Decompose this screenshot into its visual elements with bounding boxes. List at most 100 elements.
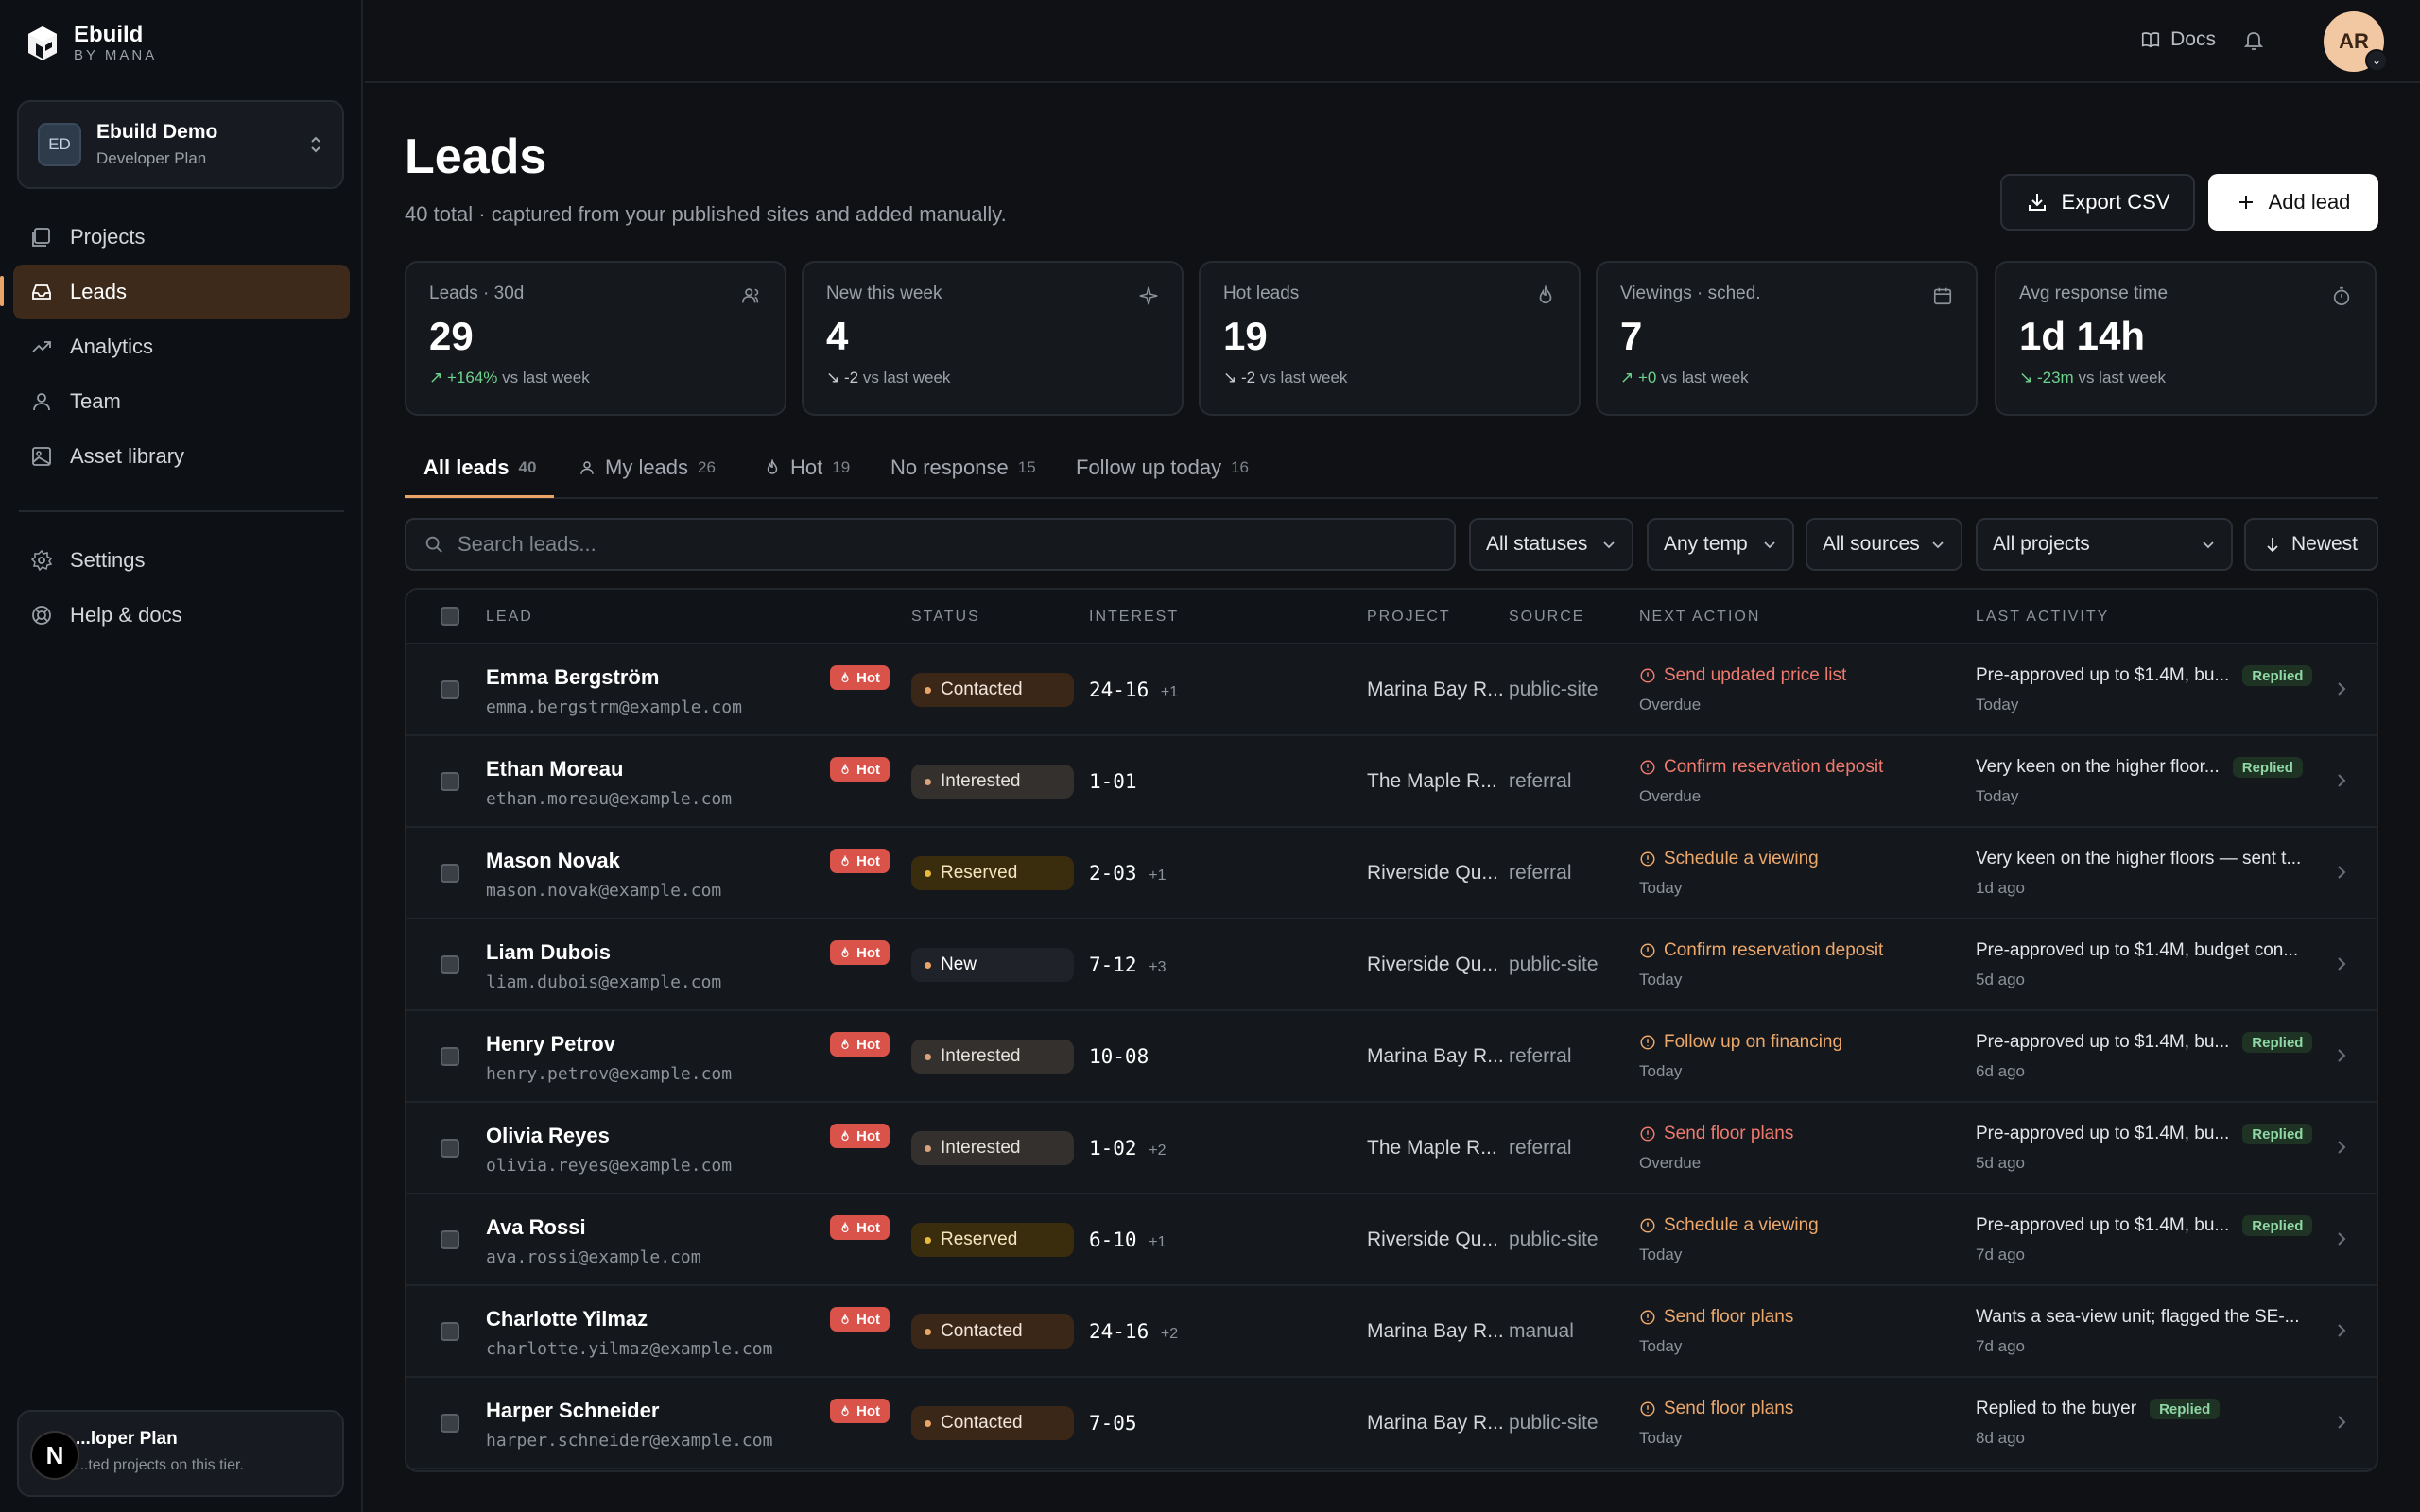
row-checkbox[interactable] xyxy=(441,1047,459,1066)
lifebuoy-icon xyxy=(32,606,51,625)
brand[interactable]: Ebuild BY MANA xyxy=(26,23,157,64)
next-action[interactable]: Confirm reservation deposit xyxy=(1639,940,1883,961)
table-row[interactable]: Ava Rossi ava.rossi@example.com Hot Reserve… xyxy=(406,1194,2377,1286)
col-status[interactable]: STATUS xyxy=(911,609,980,626)
add-lead-button[interactable]: Add lead xyxy=(2208,174,2378,231)
row-checkbox[interactable] xyxy=(441,864,459,883)
docs-link[interactable]: Docs xyxy=(2140,28,2216,51)
row-checkbox[interactable] xyxy=(441,1230,459,1249)
table-row[interactable]: Olivia Reyes olivia.reyes@example.com Hot I… xyxy=(406,1103,2377,1194)
col-next-action[interactable]: NEXT ACTION xyxy=(1639,609,1760,626)
row-checkbox[interactable] xyxy=(441,1414,459,1433)
lead-name[interactable]: Liam Dubois xyxy=(486,940,611,965)
lead-name[interactable]: Olivia Reyes xyxy=(486,1124,610,1148)
next-action[interactable]: Follow up on financing xyxy=(1639,1032,1842,1053)
row-checkbox[interactable] xyxy=(441,955,459,974)
search-input[interactable] xyxy=(458,532,1403,557)
table-row[interactable]: Liam Dubois liam.dubois@example.com Hot New… xyxy=(406,919,2377,1011)
status-badge[interactable]: Reserved xyxy=(911,1223,1074,1257)
next-action[interactable]: Confirm reservation deposit xyxy=(1639,757,1883,778)
chevron-down-icon[interactable]: ⌄ xyxy=(2365,49,2388,72)
chevron-right-icon[interactable] xyxy=(2335,1412,2348,1433)
col-source[interactable]: SOURCE xyxy=(1509,609,1584,626)
nav-item-help[interactable]: Help & docs xyxy=(13,588,350,643)
nav-item-asset-library[interactable]: Asset library xyxy=(13,429,350,484)
status-badge[interactable]: Contacted xyxy=(911,1314,1074,1349)
row-checkbox[interactable] xyxy=(441,1139,459,1158)
next-action-label: Send updated price list xyxy=(1664,665,1847,685)
status-filter[interactable]: All statuses xyxy=(1469,518,1634,571)
row-checkbox[interactable] xyxy=(441,772,459,791)
table-row[interactable]: Harper Schneider harper.schneider@example… xyxy=(406,1378,2377,1469)
status-badge[interactable]: Contacted xyxy=(911,1406,1074,1440)
tab-count: 19 xyxy=(832,458,851,476)
last-activity: Very keen on the higher floor... Replied xyxy=(1976,757,2303,778)
lead-name[interactable]: Mason Novak xyxy=(486,849,620,873)
tab-no-response[interactable]: No response 15 xyxy=(890,455,1036,480)
next-action[interactable]: Schedule a viewing xyxy=(1639,1215,1819,1236)
next-action[interactable]: Send floor plans xyxy=(1639,1399,1793,1419)
col-last-activity[interactable]: LAST ACTIVITY xyxy=(1976,609,2109,626)
status-badge[interactable]: New xyxy=(911,948,1074,982)
tab-follow-up-today[interactable]: Follow up today 16 xyxy=(1076,455,1249,480)
lead-name[interactable]: Ethan Moreau xyxy=(486,757,623,782)
col-lead[interactable]: LEAD xyxy=(486,609,533,626)
chevron-right-icon[interactable] xyxy=(2335,954,2348,974)
chevron-right-icon[interactable] xyxy=(2335,770,2348,791)
source-filter[interactable]: All sources xyxy=(1806,518,1962,571)
table-row[interactable]: Emma Bergström emma.bergstrm@example.com H… xyxy=(406,644,2377,736)
tab-all-leads[interactable]: All leads 40 xyxy=(424,455,536,480)
status-badge[interactable]: Contacted xyxy=(911,673,1074,707)
project-filter[interactable]: All projects xyxy=(1976,518,2233,571)
unit-code: 6-10 xyxy=(1089,1228,1137,1251)
chevron-right-icon[interactable] xyxy=(2335,1228,2348,1249)
workspace-switcher[interactable]: ED Ebuild Demo Developer Plan xyxy=(17,100,344,189)
stat-delta: ↘ -2 vs last week xyxy=(826,369,951,387)
nav-item-team[interactable]: Team xyxy=(13,374,350,429)
chevron-right-icon[interactable] xyxy=(2335,1045,2348,1066)
table-row[interactable]: Ethan Moreau ethan.moreau@example.com Hot I… xyxy=(406,736,2377,828)
add-label: Add lead xyxy=(2268,190,2351,214)
tab-hot[interactable]: Hot 19 xyxy=(764,455,850,480)
table-row[interactable]: Charlotte Yilmaz charlotte.yilmaz@example… xyxy=(406,1286,2377,1378)
next-action[interactable]: Schedule a viewing xyxy=(1639,849,1819,869)
status-badge[interactable]: Interested xyxy=(911,1131,1074,1165)
nav-item-leads[interactable]: Leads xyxy=(13,265,350,319)
chevron-right-icon[interactable] xyxy=(2335,862,2348,883)
activity-text: Very keen on the higher floor... xyxy=(1976,757,2220,777)
lead-name[interactable]: Emma Bergström xyxy=(486,665,659,690)
lead-name[interactable]: Charlotte Yilmaz xyxy=(486,1307,648,1332)
sort-button[interactable]: Newest xyxy=(2244,518,2378,571)
lead-name[interactable]: Henry Petrov xyxy=(486,1032,615,1057)
col-project[interactable]: PROJECT xyxy=(1367,609,1451,626)
last-activity: Pre-approved up to $1.4M, bu... Replied xyxy=(1976,665,2313,686)
bell-icon[interactable] xyxy=(2242,28,2265,53)
lead-name[interactable]: Ava Rossi xyxy=(486,1215,586,1240)
table-row[interactable]: Mason Novak mason.novak@example.com Hot Res… xyxy=(406,828,2377,919)
next-action[interactable]: Send floor plans xyxy=(1639,1124,1793,1144)
gear-icon xyxy=(30,549,53,572)
nav-item-projects[interactable]: Projects xyxy=(13,210,350,265)
chevron-right-icon[interactable] xyxy=(2335,1137,2348,1158)
export-csv-button[interactable]: Export CSV xyxy=(2000,174,2195,231)
chevron-right-icon[interactable] xyxy=(2335,1320,2348,1341)
lead-name[interactable]: Harper Schneider xyxy=(486,1399,659,1423)
next-action-label: Follow up on financing xyxy=(1664,1032,1843,1052)
row-checkbox[interactable] xyxy=(441,680,459,699)
row-checkbox[interactable] xyxy=(441,1322,459,1341)
chevron-right-icon[interactable] xyxy=(2335,679,2348,699)
col-interest[interactable]: INTEREST xyxy=(1089,609,1179,626)
status-badge[interactable]: Interested xyxy=(911,1040,1074,1074)
select-all-checkbox[interactable] xyxy=(441,607,459,626)
tab-my-leads[interactable]: My leads 26 xyxy=(579,455,716,480)
next-action[interactable]: Send floor plans xyxy=(1639,1307,1793,1328)
nav-item-analytics[interactable]: Analytics xyxy=(13,319,350,374)
temperature-filter[interactable]: Any temp xyxy=(1647,518,1794,571)
status-badge[interactable]: Interested xyxy=(911,765,1074,799)
nav-item-settings[interactable]: Settings xyxy=(13,533,350,588)
table-row[interactable]: Henry Petrov henry.petrov@example.com Hot I… xyxy=(406,1011,2377,1103)
status-badge[interactable]: Reserved xyxy=(911,856,1074,890)
next-action[interactable]: Send updated price list xyxy=(1639,665,1846,686)
search-box[interactable] xyxy=(405,518,1456,571)
plan-card[interactable]: N ...loper Plan ...ted projects on this … xyxy=(17,1410,344,1497)
